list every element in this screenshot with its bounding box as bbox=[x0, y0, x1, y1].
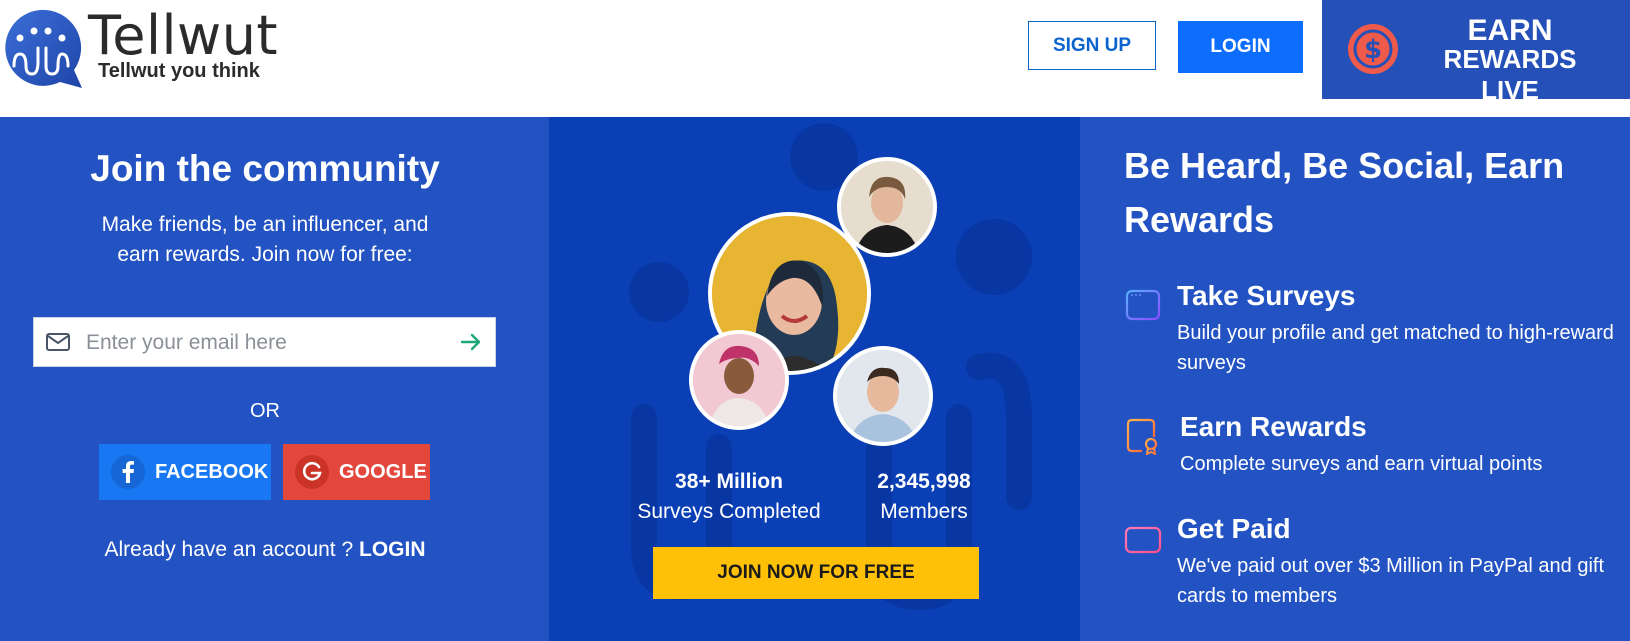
facebook-icon bbox=[111, 455, 145, 489]
member-photo-man-right bbox=[833, 346, 933, 446]
feature-title: Take Surveys bbox=[1177, 280, 1356, 311]
surveys-completed-value: 38+ Million bbox=[675, 470, 783, 493]
benefits-panel: Be Heard, Be Social, Earn Rewards Take S… bbox=[1080, 117, 1630, 641]
member-photo-woman-left bbox=[689, 330, 789, 430]
feature-description: Build your profile and get matched to hi… bbox=[1177, 322, 1614, 374]
email-field-container bbox=[33, 317, 496, 368]
join-title: Join the community bbox=[90, 148, 440, 189]
google-label: GOOGLE bbox=[339, 460, 427, 483]
google-icon bbox=[295, 455, 329, 489]
feature-description: Complete surveys and earn virtual points bbox=[1180, 453, 1543, 475]
join-subtitle: Make friends, be an influencer, and earn… bbox=[101, 213, 429, 266]
members-label: Members bbox=[880, 500, 968, 523]
brand-logo[interactable]: Tellwut Tellwut you think bbox=[0, 4, 300, 96]
already-login-link[interactable]: LOGIN bbox=[359, 538, 426, 561]
or-divider: OR bbox=[250, 400, 280, 422]
feature-title: Earn Rewards bbox=[1180, 411, 1367, 442]
login-button[interactable]: LOGIN bbox=[1178, 21, 1303, 73]
svg-text:$: $ bbox=[1364, 35, 1382, 65]
members-value: 2,345,998 bbox=[877, 470, 971, 493]
dollar-coin-icon: $ bbox=[1348, 24, 1398, 74]
join-now-button[interactable]: JOIN NOW FOR FREE bbox=[653, 547, 979, 599]
feature-title: Get Paid bbox=[1177, 513, 1291, 544]
surveys-completed-label: Surveys Completed bbox=[637, 500, 821, 523]
join-community-panel: Join the community Make friends, be an i… bbox=[0, 117, 549, 641]
facebook-login-button[interactable]: FACEBOOK bbox=[99, 444, 271, 500]
already-account-label: Already have an account ? bbox=[104, 538, 359, 561]
google-login-button[interactable]: GOOGLE bbox=[283, 444, 430, 500]
survey-window-icon bbox=[1125, 289, 1161, 321]
facebook-label: FACEBOOK bbox=[155, 460, 269, 483]
certificate-icon bbox=[1126, 418, 1158, 455]
brand-tagline: Tellwut you think bbox=[98, 60, 260, 82]
submit-arrow-icon[interactable] bbox=[459, 330, 483, 354]
brand-name: Tellwut bbox=[88, 4, 279, 67]
tellwut-logo-icon bbox=[5, 9, 83, 88]
site-header: Tellwut Tellwut you think SIGN UP LOGIN … bbox=[0, 0, 1630, 117]
sign-up-button[interactable]: SIGN UP bbox=[1028, 21, 1156, 70]
earn-line-1: EARN bbox=[1467, 14, 1553, 47]
benefits-title: Be Heard, Be Social, Earn Rewards bbox=[1124, 145, 1565, 240]
member-photo-man-top bbox=[837, 157, 937, 257]
email-input[interactable] bbox=[84, 318, 448, 368]
earn-line-2: REWARDS LIVE bbox=[1443, 44, 1577, 105]
mail-icon bbox=[46, 333, 70, 351]
community-stats-panel: 38+ Million Surveys Completed 2,345,998 … bbox=[549, 117, 1080, 641]
already-account-text: Already have an account ? LOGIN bbox=[0, 538, 530, 562]
feature-description: We've paid out over $3 Million in PayPal… bbox=[1177, 555, 1605, 607]
credit-card-icon bbox=[1124, 526, 1162, 554]
earn-rewards-live-banner[interactable]: $ EARN REWARDS LIVE bbox=[1322, 0, 1630, 105]
